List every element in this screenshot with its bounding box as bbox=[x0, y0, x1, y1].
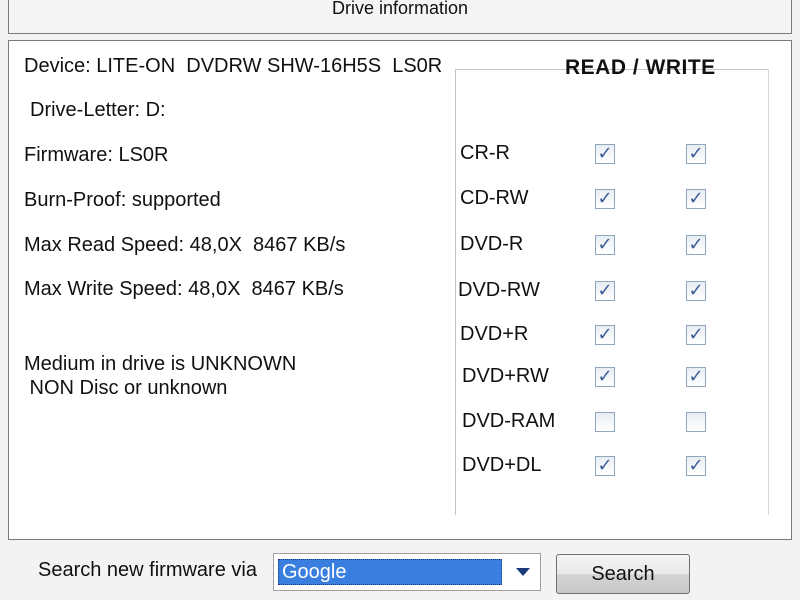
write-checkbox-dvd-r[interactable] bbox=[686, 235, 706, 255]
burn-proof-text: Burn-Proof: supported bbox=[24, 189, 221, 211]
window-title: Drive information bbox=[331, 0, 469, 18]
medium-status-text: Medium in drive is UNKNOWN bbox=[24, 353, 297, 375]
format-label-dvdplusr: DVD+R bbox=[460, 323, 529, 345]
format-label-cr-r: CR-R bbox=[460, 142, 510, 164]
write-checkbox-dvd-ram[interactable] bbox=[686, 412, 706, 432]
write-checkbox-dvdplusdl[interactable] bbox=[686, 456, 706, 476]
format-label-dvd-ram: DVD-RAM bbox=[462, 410, 556, 432]
read-checkbox-dvdplusr[interactable] bbox=[595, 325, 615, 345]
format-label-dvd-rw: DVD-RW bbox=[458, 279, 540, 301]
read-checkbox-cd-rw[interactable] bbox=[595, 189, 615, 209]
drive-info-window: Drive information Device: LITE-ON DVDRW … bbox=[0, 0, 800, 600]
read-write-header: READ / WRITE bbox=[565, 56, 716, 79]
write-checkbox-dvdplusr[interactable] bbox=[686, 325, 706, 345]
firmware-text: Firmware: LS0R bbox=[24, 144, 169, 166]
write-checkbox-cd-rw[interactable] bbox=[686, 189, 706, 209]
search-engine-value: Google bbox=[278, 559, 502, 585]
drive-info-panel: Device: LITE-ON DVDRW SHW-16H5S LS0R Dri… bbox=[8, 40, 792, 540]
write-checkbox-dvdplusrw[interactable] bbox=[686, 367, 706, 387]
format-label-cd-rw: CD-RW bbox=[460, 187, 529, 209]
read-checkbox-dvdplusrw[interactable] bbox=[595, 367, 615, 387]
read-checkbox-dvdplusdl[interactable] bbox=[595, 456, 615, 476]
medium-type-text: NON Disc or unknown bbox=[24, 377, 228, 399]
format-label-dvdplusdl: DVD+DL bbox=[462, 454, 542, 476]
search-button[interactable]: Search bbox=[556, 554, 690, 594]
read-checkbox-cr-r[interactable] bbox=[595, 144, 615, 164]
read-checkbox-dvd-r[interactable] bbox=[595, 235, 615, 255]
chevron-down-icon[interactable] bbox=[516, 568, 530, 576]
write-checkbox-dvd-rw[interactable] bbox=[686, 281, 706, 301]
max-write-speed-text: Max Write Speed: 48,0X 8467 KB/s bbox=[24, 278, 344, 300]
firmware-search-bar: Search new firmware via Google Search bbox=[8, 545, 792, 600]
read-checkbox-dvd-ram[interactable] bbox=[595, 412, 615, 432]
format-label-dvdplusrw: DVD+RW bbox=[462, 365, 549, 387]
format-label-dvd-r: DVD-R bbox=[460, 233, 524, 255]
drive-letter-text: Drive-Letter: D: bbox=[30, 99, 166, 121]
title-bar: Drive information bbox=[8, 0, 792, 34]
max-read-speed-text: Max Read Speed: 48,0X 8467 KB/s bbox=[24, 234, 346, 256]
read-checkbox-dvd-rw[interactable] bbox=[595, 281, 615, 301]
device-text: Device: LITE-ON DVDRW SHW-16H5S LS0R bbox=[24, 55, 443, 77]
search-firmware-label: Search new firmware via bbox=[38, 559, 257, 581]
search-engine-select[interactable]: Google bbox=[273, 553, 541, 591]
write-checkbox-cr-r[interactable] bbox=[686, 144, 706, 164]
